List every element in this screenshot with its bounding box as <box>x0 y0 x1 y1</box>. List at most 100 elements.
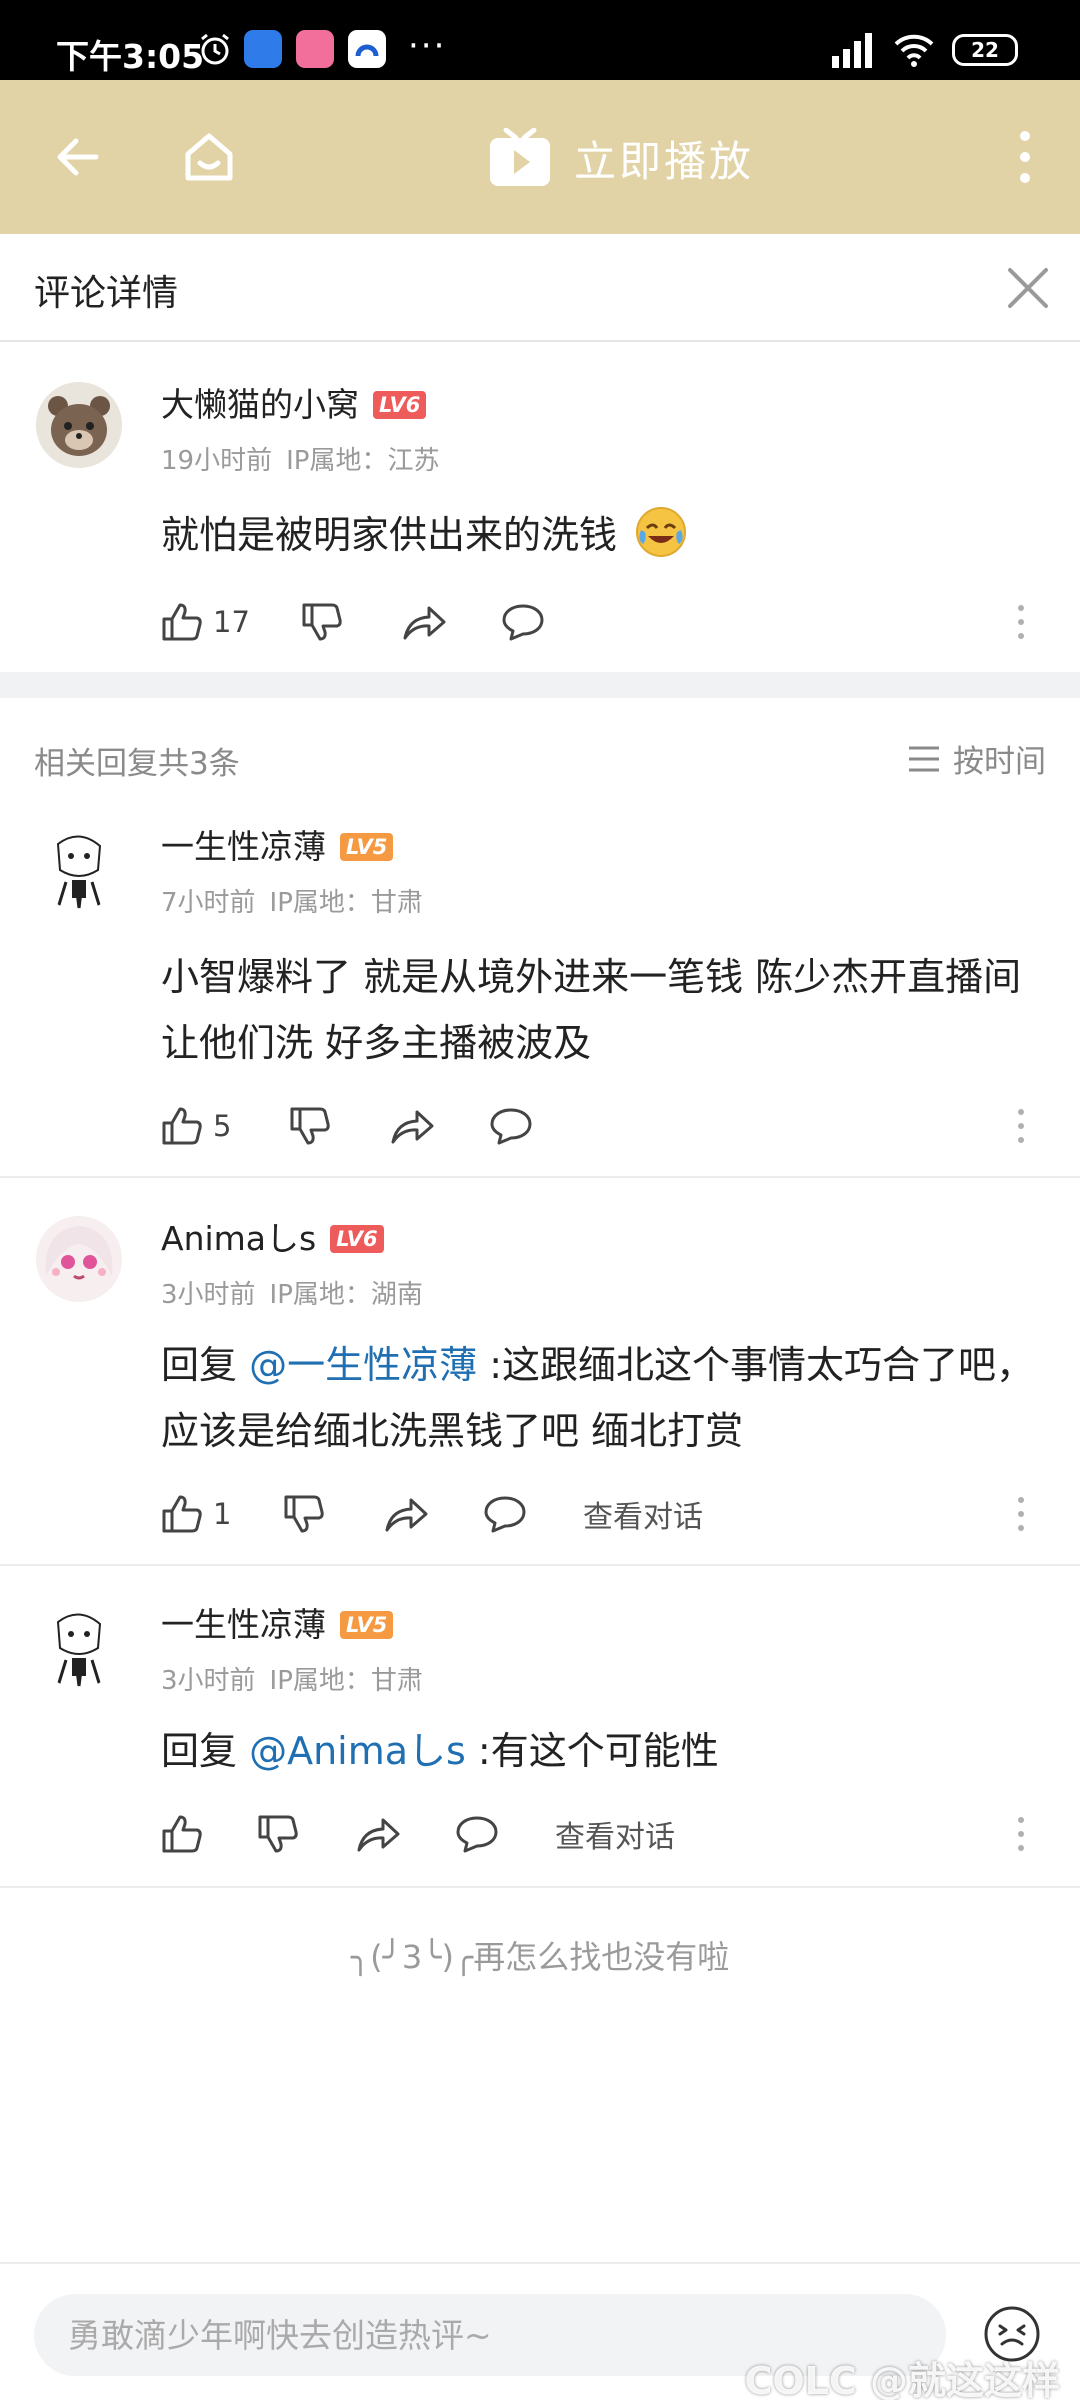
thumb-up-icon <box>162 1107 202 1145</box>
reply-ip: IP属地：湖南 <box>269 1280 423 1310</box>
avatar[interactable] <box>36 382 122 468</box>
comment-more-button[interactable] <box>1001 600 1041 644</box>
thumb-up-icon <box>162 603 202 641</box>
comment-bubble-icon <box>502 604 544 641</box>
share-icon <box>357 1818 400 1852</box>
watermark-text: COLC @就这这样 <box>744 2359 1060 2400</box>
reply-prefix: 回复 <box>161 1729 250 1773</box>
level-badge: LV5 <box>340 1611 394 1639</box>
more-vertical-icon <box>1020 131 1030 183</box>
like-button[interactable]: 5 <box>161 1104 231 1148</box>
reply-username[interactable]: Animaしs LV6 <box>161 1212 384 1260</box>
reply-more-button[interactable] <box>1001 1104 1041 1148</box>
reply-button[interactable] <box>489 1104 533 1148</box>
home-icon <box>185 133 233 181</box>
more-menu-button[interactable] <box>988 120 1062 194</box>
reply-username[interactable]: 一生性凉薄 LV5 <box>161 1598 394 1646</box>
reply-meta: 7小时前 IP属地：甘肃 <box>161 882 423 919</box>
share-button[interactable] <box>355 1812 401 1856</box>
close-icon <box>1008 268 1048 308</box>
status-right-group: 22 <box>830 30 1018 70</box>
level-badge: LV6 <box>373 391 427 419</box>
app-bar: 立即播放 <box>0 80 1080 234</box>
reply-item: 一生性凉薄 LV5 3小时前 IP属地：甘肃 回复 @Animaしs :有这个可能性 <box>0 1566 1080 1886</box>
end-of-list-text: ╮(╯3╰)╭再怎么找也没有啦 <box>350 1938 730 1976</box>
view-dialog-link[interactable]: 查看对话 <box>555 1812 675 1856</box>
reply-button[interactable] <box>501 600 545 644</box>
view-dialog-link[interactable]: 查看对话 <box>583 1492 703 1536</box>
reply-meta: 3小时前 IP属地：甘肃 <box>161 1660 423 1697</box>
share-icon <box>403 606 446 640</box>
like-button[interactable] <box>161 1812 203 1856</box>
bottom-comment-bar: COLC @就这这样 <box>0 2262 1080 2400</box>
comment-body: 就怕是被明家供出来的洗钱 <box>161 513 618 557</box>
like-count: 1 <box>213 1497 232 1531</box>
play-now-label: 立即播放 <box>574 136 755 186</box>
close-button[interactable] <box>998 258 1058 318</box>
like-button[interactable]: 17 <box>161 600 250 644</box>
comment-actions: 17 <box>161 592 1041 648</box>
reply-actions: 查看对话 <box>161 1804 1041 1860</box>
sketch-avatar-icon <box>36 824 122 910</box>
avatar[interactable] <box>36 824 122 910</box>
avatar[interactable] <box>36 1602 122 1688</box>
reply-more-button[interactable] <box>1001 1492 1041 1536</box>
reply-time: 7小时前 <box>161 888 256 918</box>
reply-time: 3小时前 <box>161 1280 256 1310</box>
like-button[interactable]: 1 <box>161 1492 231 1536</box>
signal-icon <box>832 33 872 68</box>
sort-button[interactable]: 按时间 <box>907 736 1046 781</box>
status-overflow: ··· <box>408 26 447 66</box>
back-button[interactable] <box>40 120 114 194</box>
view-dialog-label: 查看对话 <box>583 1500 703 1535</box>
share-button[interactable] <box>383 1492 429 1536</box>
wifi-icon <box>894 34 934 67</box>
dislike-button[interactable] <box>301 600 343 644</box>
like-count: 17 <box>213 605 250 639</box>
reply-text: 回复 @Animaしs :有这个可能性 <box>161 1718 1041 1784</box>
thumb-down-icon <box>284 1495 324 1533</box>
home-button[interactable] <box>172 120 246 194</box>
thumb-down-icon <box>290 1107 330 1145</box>
reply-text: 回复 @一生性凉薄 :这跟缅北这个事情太巧合了吧，应该是给缅北洗黑钱了吧 缅北打… <box>161 1332 1041 1464</box>
play-now-button[interactable]: 立即播放 <box>488 122 754 194</box>
reply-actions: 1 查看对话 <box>161 1484 1041 1540</box>
share-button[interactable] <box>401 600 447 644</box>
status-time: 下午3:05 <box>56 37 205 76</box>
tv-play-icon <box>490 128 550 186</box>
sketch-avatar-icon <box>36 1602 122 1688</box>
battery-icon: 22 <box>952 34 1018 66</box>
anime-girl-avatar-icon <box>36 1216 122 1302</box>
dislike-button[interactable] <box>257 1812 299 1856</box>
view-dialog-label: 查看对话 <box>555 1820 675 1855</box>
reply-more-button[interactable] <box>1001 1812 1041 1856</box>
dislike-button[interactable] <box>289 1104 331 1148</box>
like-count: 5 <box>213 1109 232 1143</box>
reply-username[interactable]: 一生性凉薄 LV5 <box>161 820 394 868</box>
username-text[interactable]: Animaしs <box>161 1219 316 1258</box>
back-arrow-icon <box>57 138 99 176</box>
reply-ip: IP属地：甘肃 <box>269 1666 423 1696</box>
mention-link[interactable]: @Animaしs <box>249 1729 466 1773</box>
username-text[interactable]: 一生性凉薄 <box>161 1605 326 1644</box>
comment-username[interactable]: 大懒猫的小窝 LV6 <box>161 378 427 426</box>
more-vertical-icon <box>1018 1497 1024 1531</box>
bilibili-icon <box>296 30 334 68</box>
replies-header: 相关回复共3条 按时间 <box>0 730 1080 790</box>
avatar[interactable] <box>36 1216 122 1302</box>
share-button[interactable] <box>389 1104 435 1148</box>
list-sort-icon <box>909 746 939 771</box>
reply-button[interactable] <box>455 1812 499 1856</box>
browser-icon <box>244 30 282 68</box>
reply-body: :有这个可能性 <box>465 1729 719 1773</box>
username-text[interactable]: 大懒猫的小窝 <box>161 385 359 424</box>
comment-time: 19小时前 <box>161 446 273 476</box>
reply-item: Animaしs LV6 3小时前 IP属地：湖南 回复 @一生性凉薄 :这跟缅北这个… <box>0 1178 1080 1564</box>
mention-link[interactable]: @一生性凉薄 <box>249 1343 477 1387</box>
comment-bubble-icon <box>484 1496 526 1533</box>
username-text[interactable]: 一生性凉薄 <box>161 827 326 866</box>
reply-button[interactable] <box>483 1492 527 1536</box>
comment-text: 就怕是被明家供出来的洗钱 <box>161 502 1041 568</box>
battery-level: 22 <box>971 38 999 62</box>
dislike-button[interactable] <box>283 1492 325 1536</box>
